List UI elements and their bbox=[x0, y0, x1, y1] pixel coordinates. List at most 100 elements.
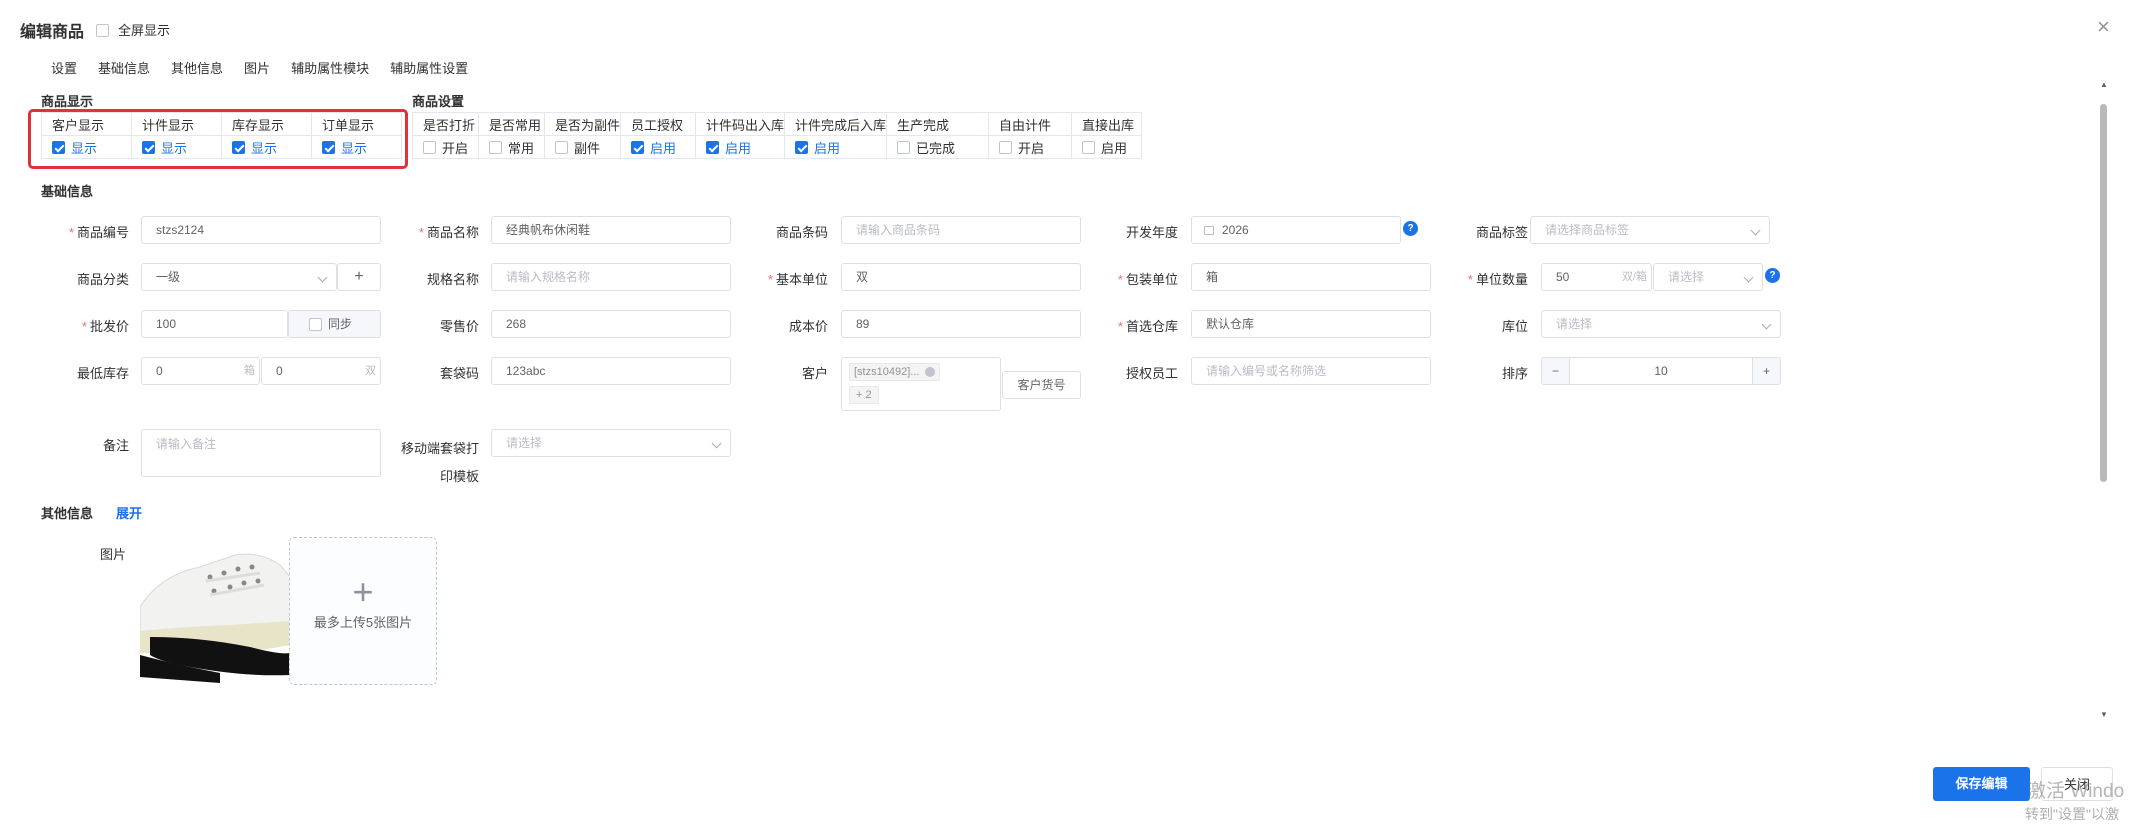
minstock-box-input[interactable]: 0箱 bbox=[141, 357, 260, 385]
warehouse-label: * 首选仓库 bbox=[1117, 319, 1178, 334]
staff-input[interactable]: 请输入编号或名称筛选 bbox=[1191, 357, 1431, 385]
barcode-input[interactable]: 请输入商品条码 bbox=[841, 216, 1081, 244]
settings-header: 生产完成 bbox=[886, 112, 990, 136]
cost-input[interactable]: 89 bbox=[841, 310, 1081, 338]
checkbox-label: 开启 bbox=[1018, 140, 1045, 156]
category-label: 商品分类 bbox=[76, 272, 129, 287]
warehouse-input[interactable]: 默认仓库 bbox=[1191, 310, 1431, 338]
customer-tag: [stzs10492]... bbox=[849, 363, 940, 381]
upload-hint: 最多上传5张图片 bbox=[313, 615, 413, 630]
settings-cell: 启用 bbox=[695, 135, 786, 159]
tag-placeholder: 请选择商品标签 bbox=[1545, 223, 1630, 237]
settings-checkbox[interactable] bbox=[897, 140, 911, 154]
settings-section-title: 商品设置 bbox=[412, 94, 465, 109]
checkbox-label: 启用 bbox=[650, 140, 677, 156]
help-icon[interactable]: ? bbox=[1765, 268, 1780, 283]
customer-sku-button[interactable]: 客户货号 bbox=[1002, 371, 1081, 399]
spec-input[interactable]: 请输入规格名称 bbox=[491, 263, 731, 291]
settings-checkbox[interactable] bbox=[555, 140, 568, 154]
qty-value: 50 bbox=[1556, 270, 1570, 284]
product-image[interactable] bbox=[140, 537, 290, 685]
unit-label: * 基本单位 bbox=[767, 272, 828, 287]
wholesale-label: * 批发价 bbox=[81, 319, 129, 334]
category-value: 一级 bbox=[156, 270, 181, 284]
chevron-down-icon bbox=[1743, 272, 1754, 283]
settings-cell: 开启 bbox=[412, 135, 479, 159]
settings-checkbox[interactable] bbox=[795, 140, 809, 154]
retail-input[interactable]: 268 bbox=[491, 310, 731, 338]
remark-textarea[interactable]: 请输入备注 bbox=[141, 429, 381, 477]
tag-select[interactable]: 请选择商品标签 bbox=[1530, 216, 1770, 244]
location-label: 库位 bbox=[1501, 319, 1528, 334]
customer-more-tag: + 2 bbox=[849, 386, 879, 404]
sync-checkbox[interactable] bbox=[309, 318, 322, 332]
settings-cell: 启用 bbox=[620, 135, 697, 159]
wholesale-input[interactable]: 100 bbox=[141, 310, 288, 338]
chevron-down-icon bbox=[1750, 225, 1761, 236]
qty-select-placeholder: 请选择 bbox=[1668, 270, 1705, 284]
expand-link[interactable]: 展开 bbox=[116, 503, 142, 522]
settings-checkbox[interactable] bbox=[489, 140, 502, 154]
spec-label: 规格名称 bbox=[426, 272, 479, 287]
chevron-down-icon bbox=[317, 272, 328, 283]
scrollbar-thumb[interactable] bbox=[2100, 104, 2107, 482]
close-icon[interactable]: × bbox=[2097, 14, 2110, 40]
checkbox-label: 启用 bbox=[1101, 140, 1128, 156]
pack-input[interactable]: 箱 bbox=[1191, 263, 1431, 291]
sync-toggle[interactable]: 同步 bbox=[288, 310, 381, 338]
settings-header: 计件完成后入库 bbox=[784, 112, 888, 136]
sort-decrement-button[interactable]: − bbox=[1542, 358, 1570, 384]
nav-images[interactable]: 图片 bbox=[244, 58, 270, 77]
add-category-button[interactable]: + bbox=[337, 263, 381, 291]
qty-input[interactable]: 50 双/箱 bbox=[1541, 263, 1652, 291]
settings-header: 员工授权 bbox=[620, 112, 697, 136]
checkbox-label: 副件 bbox=[574, 140, 601, 156]
settings-checkbox[interactable] bbox=[999, 140, 1013, 154]
location-placeholder: 请选择 bbox=[1556, 317, 1593, 331]
category-select[interactable]: 一级 bbox=[141, 263, 337, 291]
settings-checkbox[interactable] bbox=[1082, 140, 1096, 154]
settings-cell: 开启 bbox=[988, 135, 1073, 159]
location-select[interactable]: 请选择 bbox=[1541, 310, 1781, 338]
year-picker[interactable]: 2026 bbox=[1191, 216, 1401, 244]
activation-watermark: 激活 Windo bbox=[2027, 781, 2125, 802]
mobile-template-select[interactable]: 请选择 bbox=[491, 429, 731, 457]
plus-icon: + bbox=[352, 571, 374, 612]
settings-header: 计件码出入库 bbox=[695, 112, 786, 136]
nav-other-info[interactable]: 其他信息 bbox=[171, 58, 223, 77]
cost-label: 成本价 bbox=[788, 319, 828, 334]
nav-aux-settings[interactable]: 辅助属性设置 bbox=[390, 58, 468, 77]
customer-select[interactable]: [stzs10492]... + 2 bbox=[841, 357, 1001, 411]
chevron-down-icon bbox=[1761, 319, 1772, 330]
pack-label: * 包装单位 bbox=[1117, 272, 1178, 287]
minstock-pair-unit: 双 bbox=[365, 365, 376, 377]
bagcode-input[interactable]: 123abc bbox=[491, 357, 731, 385]
unit-input[interactable]: 双 bbox=[841, 263, 1081, 291]
save-button[interactable]: 保存编辑 bbox=[1933, 767, 2030, 801]
settings-checkbox[interactable] bbox=[631, 140, 645, 154]
checkbox-label: 启用 bbox=[814, 140, 841, 156]
help-icon[interactable]: ? bbox=[1403, 221, 1418, 236]
fullscreen-checkbox[interactable] bbox=[96, 24, 109, 38]
nav-aux-module[interactable]: 辅助属性模块 bbox=[291, 58, 369, 77]
sort-label: 排序 bbox=[1501, 366, 1528, 381]
minstock-box-unit: 箱 bbox=[244, 365, 255, 377]
settings-checkbox[interactable] bbox=[423, 140, 436, 154]
retail-label: 零售价 bbox=[439, 319, 479, 334]
nav-settings[interactable]: 设置 bbox=[51, 58, 77, 77]
qty-unit-select[interactable]: 请选择 bbox=[1653, 263, 1763, 291]
close-icon[interactable] bbox=[924, 367, 935, 378]
scrollbar[interactable]: ▲ ▼ bbox=[2098, 80, 2108, 730]
nav-basic-info[interactable]: 基础信息 bbox=[98, 58, 150, 77]
image-upload-area[interactable]: + 最多上传5张图片 bbox=[289, 537, 437, 685]
name-input[interactable]: 经典帆布休闲鞋 bbox=[491, 216, 731, 244]
sort-increment-button[interactable]: + bbox=[1752, 358, 1780, 384]
sort-stepper[interactable]: − 10 + bbox=[1541, 357, 1781, 385]
year-value: 2026 bbox=[1222, 223, 1249, 237]
settings-checkbox[interactable] bbox=[706, 140, 720, 154]
settings-cell: 启用 bbox=[784, 135, 888, 159]
minstock-pair-input[interactable]: 0双 bbox=[261, 357, 381, 385]
code-input[interactable]: stzs2124 bbox=[141, 216, 381, 244]
settings-cell: 已完成 bbox=[886, 135, 990, 159]
year-label: 开发年度 bbox=[1125, 225, 1178, 240]
